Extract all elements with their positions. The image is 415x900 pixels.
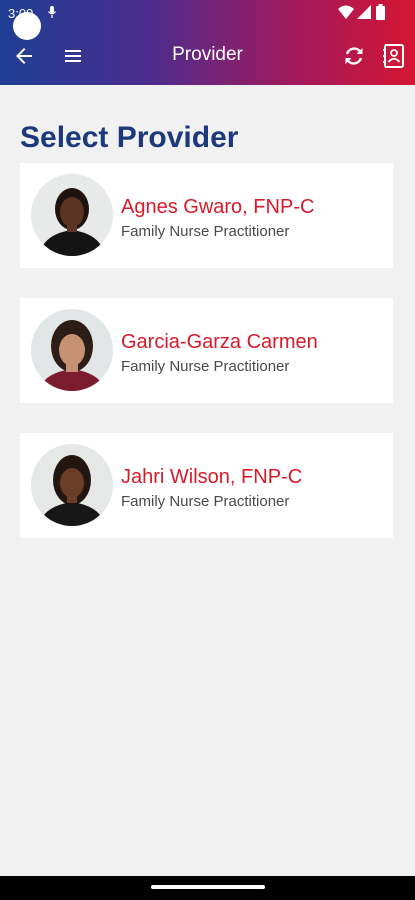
provider-role: Family Nurse Practitioner xyxy=(121,358,290,375)
home-gesture-handle[interactable] xyxy=(151,885,265,889)
provider-card[interactable]: Garcia-Garza Carmen Family Nurse Practit… xyxy=(20,298,393,403)
header-bar: 3:09 Provider xyxy=(0,0,415,85)
app-bar: Provider xyxy=(0,30,415,82)
provider-name: Garcia-Garza Carmen xyxy=(121,331,318,353)
provider-name: Agnes Gwaro, FNP-C xyxy=(121,196,315,218)
provider-role: Family Nurse Practitioner xyxy=(121,223,290,240)
system-nav-bar xyxy=(0,876,415,900)
provider-name: Jahri Wilson, FNP-C xyxy=(121,466,303,488)
page-heading: Select Provider xyxy=(20,121,239,154)
refresh-icon[interactable] xyxy=(342,44,366,68)
provider-list: Agnes Gwaro, FNP-C Family Nurse Practiti… xyxy=(20,163,393,568)
provider-role: Family Nurse Practitioner xyxy=(121,493,290,510)
provider-card[interactable]: Agnes Gwaro, FNP-C Family Nurse Practiti… xyxy=(20,163,393,268)
status-bar: 3:09 xyxy=(0,0,415,40)
wifi-icon xyxy=(338,5,354,19)
provider-avatar xyxy=(31,444,113,526)
provider-card[interactable]: Jahri Wilson, FNP-C Family Nurse Practit… xyxy=(20,433,393,538)
provider-avatar xyxy=(31,174,113,256)
battery-icon xyxy=(376,4,385,20)
signal-icon xyxy=(357,5,371,19)
provider-avatar xyxy=(31,309,113,391)
contact-card-icon[interactable] xyxy=(382,43,406,69)
mic-icon xyxy=(48,6,56,18)
